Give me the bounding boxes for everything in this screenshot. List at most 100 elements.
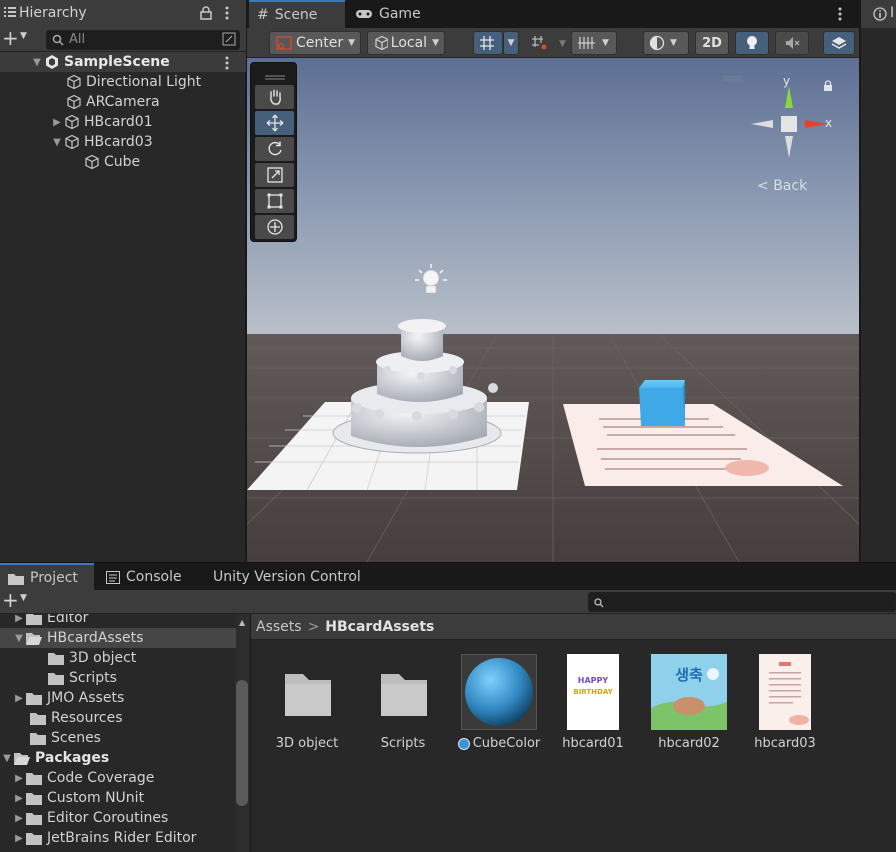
tree-item-custom-nunit[interactable]: ▶ Custom NUnit [0,788,236,808]
expand-triangle-icon[interactable]: ▼ [30,57,44,68]
grid-lines-icon [578,37,595,49]
tab-console[interactable]: Console [98,563,198,591]
rotate-tool-button[interactable] [255,137,294,161]
grid-snap-toggle[interactable] [473,31,503,55]
mode-2d-toggle[interactable]: 2D [695,31,729,55]
material-sphere-thumbnail [461,654,537,730]
tree-item-resources[interactable]: Resources [0,708,236,728]
hierarchy-item-directional-light[interactable]: Directional Light [0,72,246,92]
chevron-down-icon[interactable]: ▼ [20,593,27,603]
breadcrumb: Assets > HBcardAssets [251,614,896,640]
tab-scene[interactable]: # Scene [249,0,345,28]
effects-toggle[interactable] [823,31,855,55]
scroll-up-arrow-icon[interactable]: ▲ [239,618,245,627]
transform-icon [266,219,283,235]
folder-icon [26,792,42,805]
scene-kebab-menu-icon[interactable] [837,6,843,26]
tab-hierarchy[interactable]: Hierarchy [19,5,87,21]
hierarchy-item-cube[interactable]: Cube [0,152,246,172]
scale-tool-button[interactable] [255,163,294,187]
expand-triangle-icon[interactable]: ▶ [12,813,26,824]
tree-item-3d-object[interactable]: 3D object [0,648,236,668]
grid-visibility-dropdown[interactable]: ▼ [571,31,617,55]
tree-item-editor-coroutines[interactable]: ▶ Editor Coroutines [0,808,236,828]
transform-tool-button[interactable] [255,215,294,239]
tree-item-hbcardassets[interactable]: ▼ HBcardAssets [0,628,236,648]
project-add-button[interactable]: + [2,588,19,612]
tree-item-packages[interactable]: ▼ Packages [0,748,236,768]
card01-happy-text: HAPPY [577,676,609,685]
kebab-menu-icon[interactable] [224,5,230,25]
rect-tool-button[interactable] [255,189,294,213]
back-label[interactable]: < Back [757,178,807,194]
expand-triangle-icon[interactable]: ▶ [12,773,26,784]
light-bulb-icon [747,36,757,49]
gameobject-cube-icon [65,134,79,150]
lighting-toggle[interactable] [735,31,769,55]
grid-snap-dropdown[interactable]: ▼ [503,31,519,55]
expand-triangle-icon[interactable]: ▼ [12,633,26,644]
tree-item-label: Editor [47,614,89,626]
hierarchy-item-samplescene[interactable]: ▼ SampleScene [0,52,246,72]
increment-snap-icon [532,36,547,50]
breadcrumb-hbcardassets[interactable]: HBcardAssets [325,619,434,635]
hierarchy-search-input[interactable]: All [46,30,240,50]
project-search-input[interactable] [588,592,896,612]
gizmo-lock-icon[interactable] [823,80,833,96]
asset-hbcard03-texture[interactable]: hbcard03 [740,654,830,751]
chevron-down-icon[interactable]: ▼ [559,39,566,49]
hierarchy-item-arcamera[interactable]: ARCamera [0,92,246,112]
audio-mute-icon [786,37,800,49]
expand-triangle-icon[interactable]: ▼ [0,753,14,764]
hierarchy-item-hbcard01[interactable]: ▶ HBcard01 [0,112,246,132]
tab-project[interactable]: Project [0,563,94,591]
asset-3d-object-folder[interactable]: 3D object [262,654,352,751]
hand-tool-button[interactable] [255,85,294,109]
tab-unity-version-control[interactable]: Unity Version Control [205,563,380,591]
tree-item-scenes[interactable]: Scenes [0,728,236,748]
lock-icon[interactable] [200,6,212,24]
gamepad-icon [356,10,372,18]
console-icon [106,570,120,584]
scene-viewport[interactable]: y x < Back [247,58,859,562]
gizmo-drag-handle-icon[interactable] [723,70,743,86]
tree-scrollbar-thumb[interactable] [236,680,248,806]
tree-item-scripts[interactable]: Scripts [0,668,236,688]
folder-icon [30,712,46,725]
search-by-type-icon[interactable] [222,32,236,52]
expand-triangle-icon[interactable]: ▶ [12,833,26,844]
gameobject-cube-icon [67,94,81,110]
tree-item-editor[interactable]: ▶ Editor [0,614,236,628]
expand-triangle-icon[interactable]: ▼ [50,137,64,148]
draw-mode-dropdown[interactable]: ▼ [643,31,689,55]
tree-item-jetbrains-rider-editor[interactable]: ▶ JetBrains Rider Editor [0,828,236,848]
asset-hbcard01-texture[interactable]: HAPPY BIRTHDAY hbcard01 [548,654,638,751]
expand-triangle-icon[interactable]: ▶ [12,614,26,624]
expand-triangle-icon[interactable]: ▶ [50,117,64,128]
project-tabbar: Project Console Unity Version Control [0,562,896,591]
add-button[interactable]: + [2,26,19,50]
expand-triangle-icon[interactable]: ▶ [12,693,26,704]
asset-cubecolor-material[interactable]: CubeColor [454,654,544,754]
expand-triangle-icon[interactable]: ▶ [12,793,26,804]
chevron-down-icon[interactable]: ▼ [20,31,27,41]
folder-open-icon [26,632,42,645]
move-tool-button[interactable] [255,111,294,135]
tree-item-label: Scripts [69,670,117,686]
asset-hbcard02-texture[interactable]: 생축 hbcard02 [644,654,734,751]
scene-kebab-icon[interactable] [224,56,230,74]
palette-handle-icon[interactable] [265,69,285,85]
tree-item-jmo-assets[interactable]: ▶ JMO Assets [0,688,236,708]
audio-toggle[interactable] [775,31,809,55]
breadcrumb-assets[interactable]: Assets [256,619,302,635]
hierarchy-item-hbcard03[interactable]: ▼ HBcard03 [0,132,246,152]
search-icon [52,31,64,52]
pivot-center-dropdown[interactable]: Center ▼ [269,31,361,55]
inspector-tab[interactable]: I [861,0,896,28]
asset-scripts-folder[interactable]: Scripts [358,654,448,751]
tab-game[interactable]: Game [347,0,437,28]
hierarchy-item-label: ARCamera [86,94,160,110]
increment-snap-toggle[interactable] [525,31,555,55]
space-local-dropdown[interactable]: Local ▼ [367,31,445,55]
tree-item-code-coverage[interactable]: ▶ Code Coverage [0,768,236,788]
